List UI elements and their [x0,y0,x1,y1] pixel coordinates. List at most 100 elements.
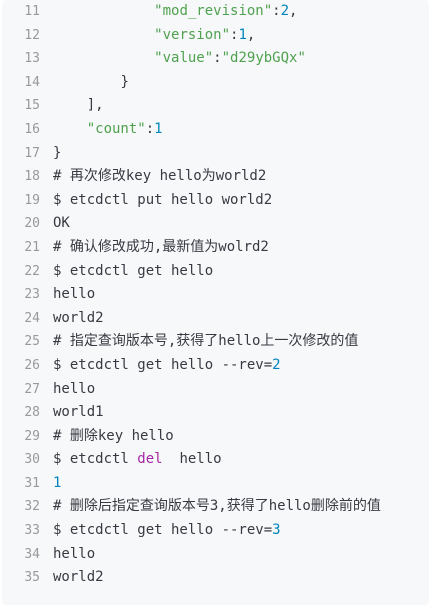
line-number: 14 [24,74,40,90]
code-token-plain: $ etcdctl get hello [53,262,214,279]
line-number: 34 [24,546,40,562]
line-code: hello [53,283,95,307]
code-lines: 11 "mod_revision":2, 12 "version":1, 13 "v… [2,0,429,590]
code-line: 26 $ etcdctl get hello --rev=2 [2,354,429,378]
code-token-plain: $ etcdctl put hello world2 [53,191,273,208]
line-code: "mod_revision":2, [53,0,297,24]
line-code: "version":1, [53,24,255,48]
code-line: 16 "count":1 [2,118,429,142]
code-token-plain: $ etcdctl [53,451,138,468]
code-token-number: 3 [272,522,281,539]
line-number: 21 [24,239,40,255]
code-line: 24 world2 [2,307,429,331]
code-token-plain: , [289,3,298,19]
code-token-plain: } [120,73,129,90]
code-token-keyword: del [137,451,163,468]
line-number: 30 [24,452,40,468]
line-number: 28 [24,405,40,421]
line-code: hello [53,378,95,402]
code-token-string: "version" [154,26,231,43]
line-code: # 删除key hello [53,425,174,449]
line-code: # 确认修改成功,最新值为wolrd2 [53,236,269,260]
code-line: 27 hello [2,378,429,402]
code-token-plain: world2 [53,569,104,586]
line-code: "value":"d29ybGQx" [53,47,306,71]
line-code: $ etcdctl get hello --rev=2 [53,354,281,378]
code-token-plain: , [246,26,256,43]
line-number: 18 [24,169,40,185]
code-line: 33 $ etcdctl get hello --rev=3 [2,519,429,543]
code-line: 23 hello [2,283,429,307]
code-block: 11 "mod_revision":2, 12 "version":1, 13 "v… [2,0,429,605]
line-code: OK [53,212,70,236]
line-number: 19 [24,192,40,208]
line-code: $ etcdctl put hello world2 [53,189,272,213]
code-token-plain: $ etcdctl get hello --rev= [53,356,273,373]
line-number: 29 [24,428,40,444]
code-line: 20 OK [2,212,429,236]
code-line: 29 # 删除key hello [2,425,429,449]
line-code: ], [53,94,104,118]
line-number: 20 [24,216,40,232]
code-token-plain: ], [86,97,104,114]
code-line: 31 1 [2,472,429,496]
line-number: 27 [24,381,40,397]
code-line: 28 world1 [2,401,429,425]
line-code: # 指定查询版本号,获得了hello上一次修改的值 [53,330,358,354]
line-number: 17 [24,145,40,161]
code-token-comment: # 删除key hello [53,427,174,444]
line-number: 25 [24,334,40,350]
code-line: 18 # 再次修改key hello为world2 [2,165,429,189]
line-code: 1 [53,472,61,496]
code-line: 19 $ etcdctl put hello world2 [2,189,429,213]
code-token-string: "count" [86,120,146,137]
line-number: 35 [24,570,40,586]
code-token-number: 1 [154,120,163,137]
code-line: 17} [2,142,429,166]
line-number: 24 [24,310,40,326]
code-token-string: "d29ybGQx" [221,50,306,67]
code-token-comment: # 再次修改key hello为world2 [53,168,267,185]
line-code: # 再次修改key hello为world2 [53,165,266,189]
code-token-plain: $ etcdctl get hello --rev= [53,522,273,539]
line-code: world1 [53,401,104,425]
line-number: 23 [24,287,40,303]
code-token-plain: hello [53,380,96,397]
code-token-plain: : [145,120,155,137]
code-token-plain: } [53,144,62,161]
line-code: } [53,142,61,166]
code-line: 13 "value":"d29ybGQx" [2,47,429,71]
line-code: $ etcdctl get hello --rev=3 [53,519,281,543]
code-token-plain: world2 [53,309,104,326]
code-token-plain: hello [162,451,222,468]
code-token-string: "mod_revision" [154,3,273,19]
line-number: 13 [24,51,40,67]
code-token-comment: # 指定查询版本号,获得了hello上一次修改的值 [53,333,359,350]
line-code: "count":1 [53,118,163,142]
line-code: hello [53,543,95,567]
line-code: # 删除后指定查询版本号3,获得了hello删除前的值 [53,495,381,519]
line-code: world2 [53,566,104,590]
line-number: 26 [24,357,40,373]
code-line: 22 $ etcdctl get hello [2,260,429,284]
code-token-plain: hello [53,545,96,562]
line-number: 11 [24,4,40,19]
code-token-number: 1 [238,26,247,43]
line-number: 15 [24,98,40,114]
code-token-plain: : [213,50,222,67]
code-token-plain: : [272,3,281,19]
code-line: 35 world2 [2,566,429,590]
code-line: 14 } [2,71,429,95]
line-number: 32 [24,499,40,515]
code-token-number: 2 [272,356,281,373]
code-line: 21 # 确认修改成功,最新值为wolrd2 [2,236,429,260]
code-line: 25 # 指定查询版本号,获得了hello上一次修改的值 [2,330,429,354]
code-line: 30 $ etcdctl del hello [2,448,429,472]
code-line: 34 hello [2,543,429,567]
